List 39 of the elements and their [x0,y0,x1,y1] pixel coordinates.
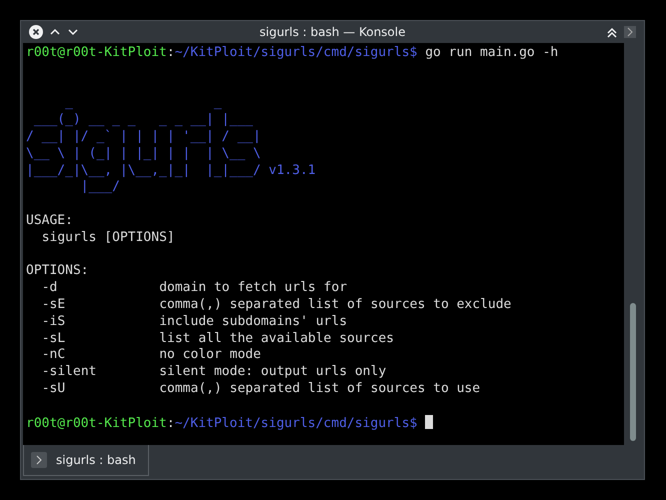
ascii-banner-line: \__ \ | (_| | |_| | | | \__ \ [26,146,261,161]
option-flag-text: -sE [42,296,66,312]
option-flag-text: -iS [42,314,66,329]
double-chevron-up-icon[interactable] [606,26,618,38]
option-description: silent mode: output urls only [159,364,386,381]
prompt-path: ~/KitPloit/sigurls/cmd/sigurls$ [174,45,418,60]
option-description: include subdomains' urls [159,314,348,331]
option-flag-text: -d [42,280,58,296]
close-icon[interactable] [29,25,43,39]
scrollbar-thumb[interactable] [630,303,636,441]
command-text: go run main.go -h [425,45,558,60]
prompt-user-host: r00t@r00t-KitPloit [26,416,167,431]
window-title: sigurls : bash — Konsole [260,25,406,39]
options-heading: OPTIONS: [26,263,89,278]
ascii-banner-line: _ _ [64,95,222,110]
option-description: no color mode [159,347,261,364]
text-cursor [425,414,434,429]
option-description: domain to fetch urls for [159,280,348,297]
version-text: v1.3.1 [268,162,316,178]
prompt-user-host: r00t@r00t-KitPloit [26,45,167,60]
option-description: list all the available sources [159,330,394,348]
usage-text: sigurls [OPTIONS] [42,230,175,245]
prompt-separator: : [166,416,175,431]
chevron-right-icon[interactable] [624,26,636,38]
option-flag-text: -nC [42,347,66,362]
terminal-tab[interactable]: sigurls : bash [23,445,149,476]
terminal-icon [31,452,47,468]
option-description: comma(,) separated list of sources to use [159,380,480,398]
option-description: comma(,) separated list of sources to exclude [159,296,512,314]
ascii-banner-line: / __| |/ _` | | | | '__| / __| [26,128,261,144]
ascii-banner-line: |___/ [80,179,120,194]
ascii-banner-line: ___(_) __ _ _ _ _ __| |___ [32,112,253,128]
option-flag-text: -sU [42,380,66,396]
prompt-path: ~/KitPloit/sigurls/cmd/sigurls$ [174,416,418,431]
usage-heading: USAGE: [26,212,73,228]
prompt-separator: : [166,45,175,60]
ascii-banner-line: |___/_|\__, |\__,_|_| |_|___/ [26,162,261,178]
option-flag-text: -silent [42,364,96,380]
option-flag-text: -sL [42,330,66,346]
